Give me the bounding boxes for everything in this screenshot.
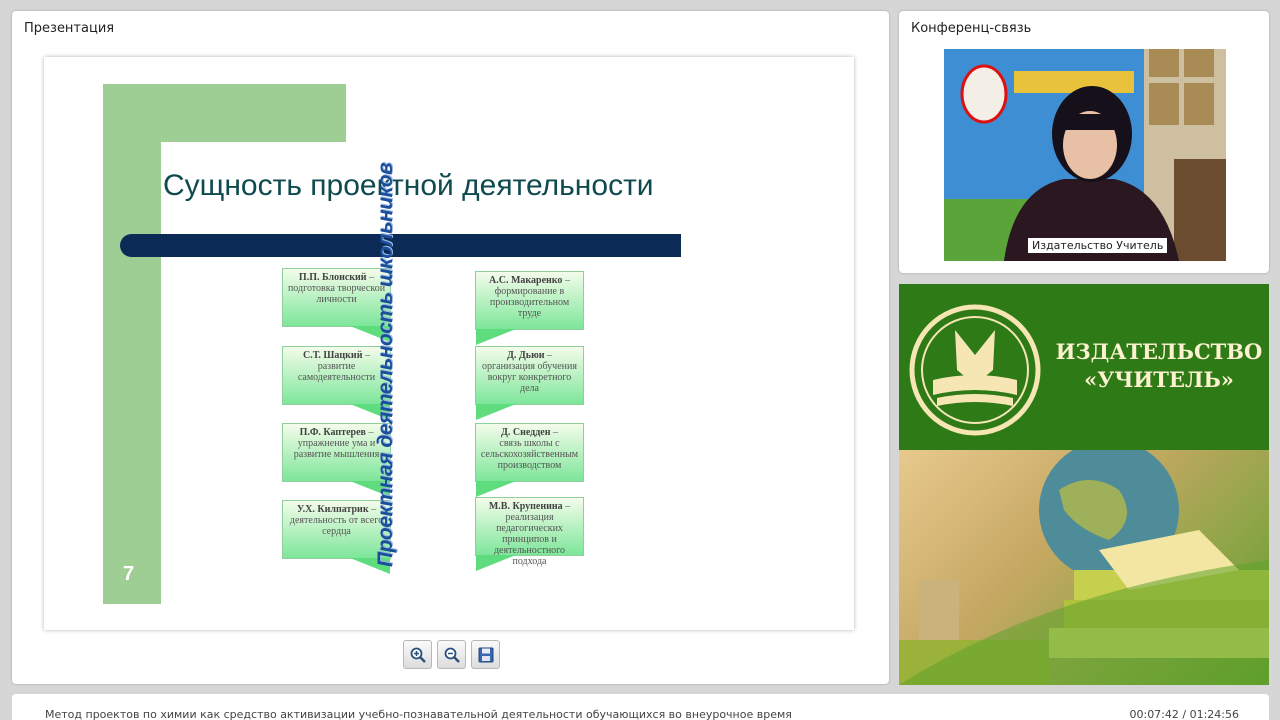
callout-text: подготовка творческой личности [287,283,386,305]
publisher-banner: ИЗДАТЕЛЬСТВО «УЧИТЕЛЬ» [899,284,1269,685]
zoom-in-button[interactable] [403,640,432,669]
publisher-name-line1: ИЗДАТЕЛЬСТВО [1055,339,1263,364]
callout-right-4: М.В. Крупенина – реализация педагогическ… [475,497,584,571]
callout-right-3: Д. Снедден – связь школы с сельскохозяйс… [475,423,584,497]
publisher-name: ИЗДАТЕЛЬСТВО «УЧИТЕЛЬ» [1054,338,1264,394]
slide-green-bar-vertical [103,84,161,604]
callout-text: формирование в производительном труде [489,286,570,319]
conference-panel-title: Конференц-связь [911,21,1032,36]
callout-tail [476,481,516,497]
callout-text: деятельность от всего сердца [289,515,384,537]
callout-author: С.Т. Шацкий [303,350,363,361]
callout-text: организация обучения вокруг конкретного … [482,361,577,394]
callout-author: Д. Снедден [501,427,551,438]
video-feed[interactable]: Издательство Учитель [944,49,1226,261]
vertical-caption: Проектная деятельность школьников [374,162,397,567]
playback-time: 00:07:42 / 01:24:56 [1129,708,1239,720]
save-button[interactable] [471,640,500,669]
callout-text: связь школы с сельскохозяйственным произ… [480,438,579,471]
slide-title: Сущность проектной деятельности [163,169,654,202]
slide-green-bar-top [103,84,346,142]
publisher-name-line2: «УЧИТЕЛЬ» [1084,367,1234,392]
presentation-panel: Презентация 7 Сущность проектной деятель… [12,11,889,684]
webinar-title: Метод проектов по химии как средство акт… [45,708,792,720]
slide-toolbar [403,640,500,670]
callout-right-1: А.С. Макаренко – формирование в производ… [475,271,584,345]
video-frame [944,49,1226,261]
save-icon [478,647,493,662]
zoom-out-button[interactable] [437,640,466,669]
conference-panel: Конференц-связь Издательство Учитель [899,11,1269,273]
callout-author: А.С. Макаренко [489,275,563,286]
callout-tail [476,404,516,420]
video-caption: Издательство Учитель [1028,238,1168,253]
callout-author: М.В. Крупенина [488,501,563,512]
callout-text: упражнение ума и развитие мышления [293,438,380,460]
zoom-in-icon [410,647,426,663]
callout-author: У.Х. Килпатрик [296,504,369,515]
slide-number: 7 [123,563,135,585]
callout-tail [476,555,516,571]
presentation-panel-title: Презентация [24,21,115,36]
callout-text: развитие самодеятельности [297,361,376,383]
callout-author: Д. Дьюи [507,350,545,361]
books-globe-image [899,440,1269,685]
banner-top: ИЗДАТЕЛЬСТВО «УЧИТЕЛЬ» [899,284,1269,450]
slide: 7 Сущность проектной деятельности П.П. Б… [44,57,854,630]
callout-author: П.Ф. Каптерев [299,427,366,438]
callout-right-2: Д. Дьюи – организация обучения вокруг ко… [475,346,584,420]
footer-bar: Метод проектов по химии как средство акт… [12,694,1269,720]
publisher-logo [909,304,1041,436]
callout-author: П.П. Блонский [298,272,367,283]
banner-image [899,440,1269,685]
zoom-out-icon [444,647,460,663]
callout-tail [476,329,516,345]
